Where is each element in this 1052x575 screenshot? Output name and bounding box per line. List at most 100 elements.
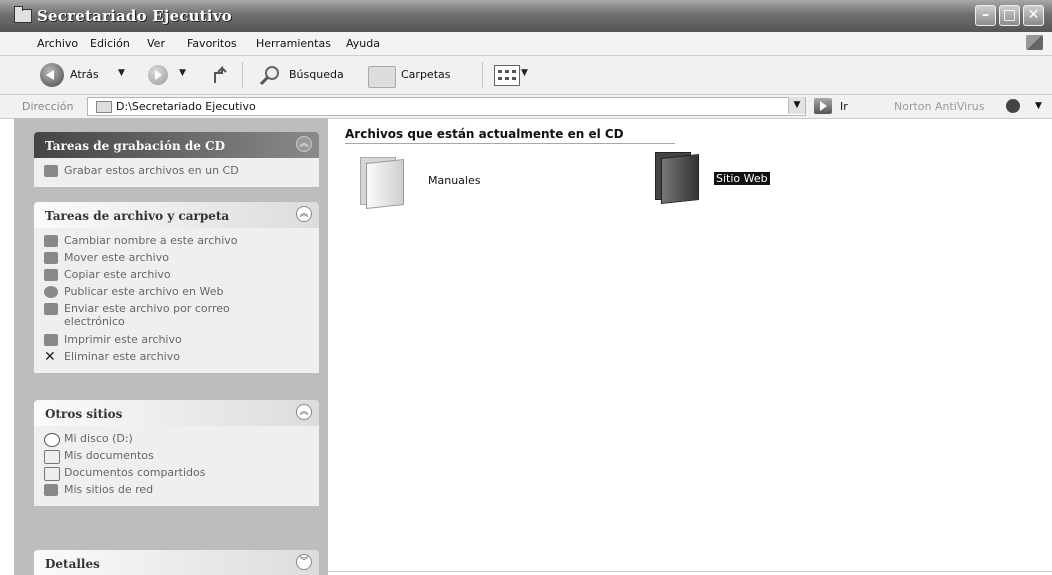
folders-icon[interactable] (368, 66, 396, 88)
menu-archivo[interactable]: Archivo (37, 37, 78, 50)
folder-item-manuales[interactable]: Manuales (356, 157, 516, 212)
network-icon (44, 484, 58, 496)
cd-drive-icon (44, 433, 60, 447)
folder-icon (44, 467, 60, 481)
collapse-chevron-icon[interactable]: ︽ (296, 404, 312, 420)
views-icon[interactable] (494, 65, 520, 86)
windows-logo-icon (1026, 35, 1043, 50)
maximize-button[interactable]: □ (999, 5, 1020, 26)
cd-tasks-body: Grabar estos archivos en un CD (34, 158, 319, 187)
explorer-window: Secretariado Ejecutivo – □ ✕ Archivo Edi… (0, 0, 1052, 575)
menu-edicion[interactable]: Edición (90, 37, 130, 50)
place-network[interactable]: Mis sitios de red (34, 483, 319, 500)
task-print[interactable]: Imprimir este archivo (34, 333, 319, 350)
address-value[interactable]: D:\Secretariado Ejecutivo (116, 100, 256, 113)
folder-item-sitio-web[interactable]: Sitio Web (651, 152, 811, 207)
back-dropdown-icon[interactable]: ▼ (118, 68, 125, 78)
back-arrow-icon[interactable] (40, 63, 64, 87)
place-label: Mi disco (D:) (64, 432, 133, 445)
forward-arrow-icon[interactable] (148, 65, 168, 85)
collapse-chevron-icon[interactable]: ︽ (296, 206, 312, 222)
heading-divider (345, 143, 675, 144)
menu-herramientas[interactable]: Herramientas (256, 37, 331, 50)
back-button-label[interactable]: Atrás (70, 68, 99, 81)
task-delete[interactable]: ✕ Eliminar este archivo (34, 350, 319, 367)
task-label: Mover este archivo (64, 251, 169, 264)
details-panel: Detalles ︾ (34, 550, 319, 575)
address-dropdown-icon[interactable]: ▼ (788, 97, 805, 114)
task-label: Grabar estos archivos en un CD (64, 164, 239, 177)
folder-icon (356, 157, 408, 209)
views-dropdown-icon[interactable]: ▼ (521, 68, 528, 78)
menu-ver[interactable]: Ver (147, 37, 165, 50)
toolbar-separator (242, 62, 243, 88)
cd-tasks-header[interactable]: Tareas de grabación de CD ︽ (34, 132, 319, 158)
expand-chevron-icon[interactable]: ︾ (296, 554, 312, 570)
go-button-label[interactable]: Ir (840, 100, 848, 113)
folder-name[interactable]: Sitio Web (714, 172, 770, 185)
address-bar: Dirección D:\Secretariado Ejecutivo ▼ Ir… (0, 95, 1052, 119)
maximize-icon: □ (1002, 7, 1017, 23)
collapse-chevron-icon[interactable]: ︽ (296, 136, 312, 152)
file-tasks-header[interactable]: Tareas de archivo y carpeta ︽ (34, 202, 319, 228)
cd-tasks-title: Tareas de grabación de CD (45, 139, 226, 153)
menu-ayuda[interactable]: Ayuda (346, 37, 380, 50)
place-shared-documents[interactable]: Documentos compartidos (34, 466, 319, 483)
other-places-panel: Otros sitios ︽ Mi disco (D:) Mis documen… (34, 400, 319, 506)
menu-bar: Archivo Edición Ver Favoritos Herramient… (0, 32, 1052, 56)
move-icon (44, 252, 58, 264)
minimize-button[interactable]: – (975, 5, 996, 26)
email-icon (44, 303, 58, 315)
up-folder-icon[interactable] (213, 65, 231, 85)
task-label: Eliminar este archivo (64, 350, 180, 363)
other-places-title: Otros sitios (45, 407, 123, 421)
cd-files-heading: Archivos que están actualmente en el CD (345, 127, 624, 141)
task-move[interactable]: Mover este archivo (34, 251, 319, 268)
copy-icon (44, 269, 58, 281)
norton-icon[interactable] (1006, 99, 1020, 113)
details-header[interactable]: Detalles ︾ (34, 550, 319, 575)
task-email[interactable]: Enviar este archivo por correo electróni… (34, 302, 319, 333)
norton-antivirus-label[interactable]: Norton AntiVirus (894, 100, 984, 113)
address-input[interactable]: D:\Secretariado Ejecutivo (87, 97, 806, 116)
menu-favoritos[interactable]: Favoritos (187, 37, 237, 50)
status-divider (328, 571, 1052, 572)
forward-dropdown-icon[interactable]: ▼ (179, 68, 186, 78)
folders-button-label[interactable]: Carpetas (401, 68, 450, 81)
task-rename[interactable]: Cambiar nombre a este archivo (34, 234, 319, 251)
details-title: Detalles (45, 557, 100, 571)
rename-icon (44, 235, 58, 247)
file-tasks-body: Cambiar nombre a este archivo Mover este… (34, 228, 319, 373)
other-places-body: Mi disco (D:) Mis documentos Documentos … (34, 426, 319, 506)
task-copy[interactable]: Copiar este archivo (34, 268, 319, 285)
window-title: Secretariado Ejecutivo (37, 7, 232, 25)
task-label: Publicar este archivo en Web (64, 285, 224, 298)
place-label: Documentos compartidos (64, 466, 206, 479)
task-pane: Tareas de grabación de CD ︽ Grabar estos… (14, 118, 328, 575)
norton-dropdown-icon[interactable]: ▼ (1035, 101, 1042, 111)
task-burn-cd[interactable]: Grabar estos archivos en un CD (34, 164, 319, 181)
printer-icon (44, 334, 58, 346)
go-arrow-icon[interactable] (814, 98, 832, 114)
close-button[interactable]: ✕ (1023, 5, 1044, 26)
standard-toolbar: Atrás ▼ ▼ Búsqueda Carpetas ▼ (0, 56, 1052, 95)
place-my-disk[interactable]: Mi disco (D:) (34, 432, 319, 449)
folder-icon (96, 101, 112, 113)
folder-name[interactable]: Manuales (428, 174, 480, 187)
file-tasks-panel: Tareas de archivo y carpeta ︽ Cambiar no… (34, 202, 319, 373)
delete-x-icon: ✕ (44, 349, 56, 365)
file-tasks-title: Tareas de archivo y carpeta (45, 209, 230, 223)
task-label: Imprimir este archivo (64, 333, 182, 346)
task-publish-web[interactable]: Publicar este archivo en Web (34, 285, 319, 302)
task-label: Copiar este archivo (64, 268, 171, 281)
search-icon[interactable] (259, 65, 281, 87)
place-my-documents[interactable]: Mis documentos (34, 449, 319, 466)
other-places-header[interactable]: Otros sitios ︽ (34, 400, 319, 426)
cd-tasks-panel: Tareas de grabación de CD ︽ Grabar estos… (34, 132, 319, 187)
task-label: Enviar este archivo por correo electróni… (64, 302, 230, 328)
title-bar[interactable]: Secretariado Ejecutivo – □ ✕ (0, 0, 1052, 32)
minimize-icon: – (982, 7, 989, 23)
search-button-label[interactable]: Búsqueda (289, 68, 344, 81)
burn-cd-icon (44, 165, 58, 177)
toolbar-separator (482, 62, 483, 88)
